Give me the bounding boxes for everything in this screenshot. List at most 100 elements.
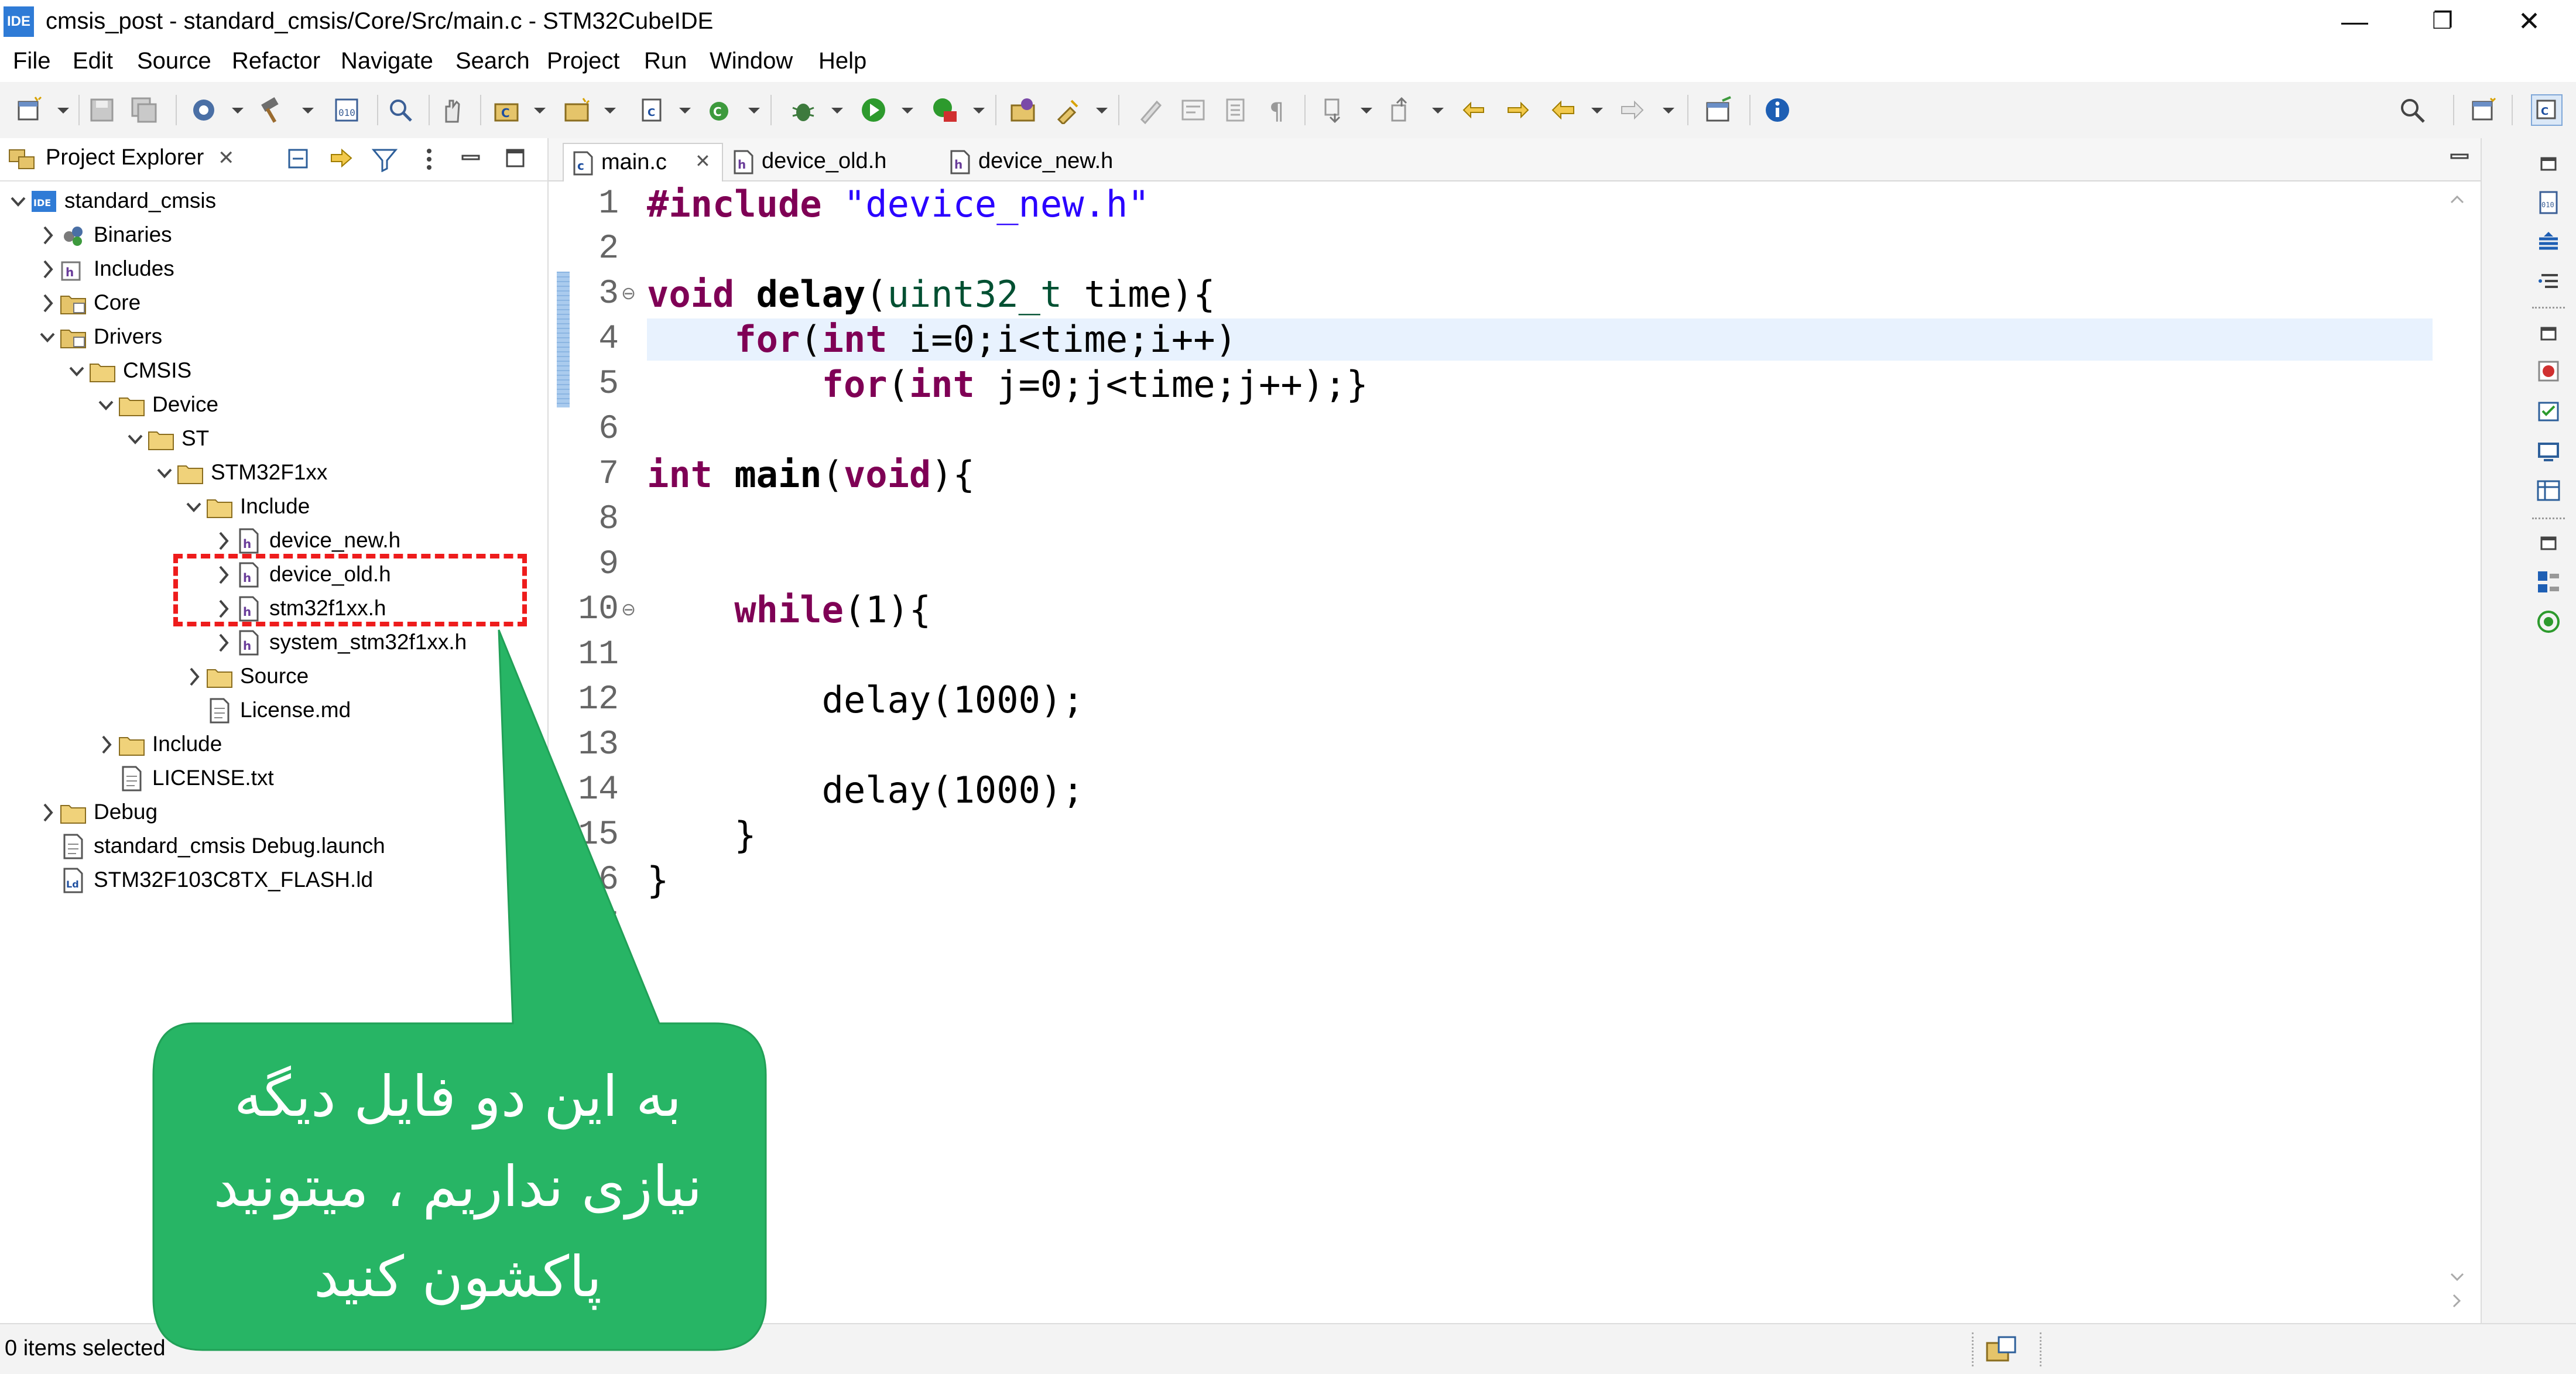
restore-icon[interactable] — [2536, 150, 2561, 176]
restore-icon[interactable] — [2536, 529, 2561, 555]
tab-device-new-h[interactable]: h device_new.h — [941, 143, 1152, 180]
tree-item[interactable]: STM32F1xx — [0, 457, 544, 489]
new-folder-icon[interactable] — [563, 96, 591, 124]
word-wrap-icon[interactable] — [1179, 96, 1207, 124]
debug-bug-icon[interactable] — [789, 96, 817, 124]
block-selection-icon[interactable] — [1221, 96, 1249, 124]
tree-item[interactable]: Include — [0, 728, 544, 761]
menu-project[interactable]: Project — [547, 48, 620, 74]
menu-help[interactable]: Help — [818, 48, 866, 74]
manage-configurations-icon[interactable] — [190, 96, 218, 124]
information-icon[interactable] — [1763, 96, 1791, 124]
tree-item[interactable]: IDE standard_cmsis — [0, 185, 544, 218]
last-edit-location-icon[interactable] — [1460, 96, 1488, 124]
code-line-3[interactable]: void delay(uint32_t time){ — [647, 273, 1215, 316]
build-analyzer-icon[interactable] — [2536, 569, 2561, 595]
cpp-perspective-icon[interactable]: C — [2530, 94, 2563, 126]
fold-toggle-icon[interactable]: ⊖ — [621, 599, 636, 620]
collapse-all-icon[interactable] — [285, 146, 313, 172]
chevron-down-icon[interactable] — [126, 427, 144, 451]
maximize-button[interactable]: ❐ — [2407, 4, 2478, 39]
chevron-right-icon[interactable] — [39, 258, 56, 281]
save-icon[interactable] — [88, 96, 116, 124]
view-menu-icon[interactable] — [420, 146, 438, 172]
chevron-down-icon[interactable] — [68, 359, 85, 383]
build-dropdown-icon[interactable] — [299, 100, 317, 121]
chevron-down-icon[interactable] — [185, 495, 203, 519]
close-tab-icon[interactable]: ✕ — [695, 150, 711, 172]
tree-item[interactable]: CMSIS — [0, 355, 544, 388]
code-line-7[interactable]: int main(void){ — [647, 453, 975, 496]
build-hammer-icon[interactable] — [258, 96, 286, 124]
stack-icon[interactable] — [2536, 229, 2561, 255]
chevron-right-icon[interactable] — [185, 665, 203, 688]
tasks-icon[interactable] — [2536, 398, 2561, 424]
chevron-down-icon[interactable] — [39, 325, 56, 349]
minimize-view-icon[interactable] — [459, 146, 482, 170]
chevron-down-icon[interactable] — [156, 461, 173, 485]
menu-source[interactable]: Source — [137, 48, 211, 74]
tab-main-c[interactable]: c main.c ✕ — [563, 143, 723, 181]
tree-item[interactable]: standard_cmsis Debug.launch — [0, 830, 544, 863]
vertical-scrollbar[interactable] — [2434, 185, 2481, 1286]
tree-item[interactable]: Binaries — [0, 219, 544, 252]
new-c-project-dropdown-icon[interactable] — [530, 100, 549, 121]
chevron-down-icon[interactable] — [9, 190, 27, 213]
search-dropdown-icon[interactable] — [1092, 100, 1111, 121]
new-class-icon[interactable]: C — [706, 96, 734, 124]
tree-item[interactable]: LICENSE.txt — [0, 762, 544, 795]
pin-editor-icon[interactable] — [1705, 96, 1733, 124]
tree-item[interactable]: Include — [0, 491, 544, 523]
tree-item[interactable]: Source — [0, 660, 544, 693]
back-dropdown-icon[interactable] — [1588, 100, 1606, 121]
tree-item[interactable]: h device_new.h — [0, 525, 544, 557]
tree-item[interactable]: Drivers — [0, 321, 544, 354]
code-line-16[interactable]: } — [647, 859, 669, 902]
new-c-project-icon[interactable]: C — [493, 96, 521, 124]
menu-window[interactable]: Window — [710, 48, 793, 74]
scroll-right-icon[interactable] — [2445, 1289, 2469, 1313]
code-line-12[interactable]: delay(1000); — [647, 679, 1084, 721]
chevron-right-icon[interactable] — [97, 733, 115, 756]
forward-dropdown-icon[interactable] — [1659, 100, 1678, 121]
maximize-view-icon[interactable] — [503, 146, 527, 170]
next-annotation-icon[interactable] — [1321, 96, 1349, 124]
debug-dropdown-icon[interactable] — [828, 100, 847, 121]
chevron-down-icon[interactable] — [97, 393, 115, 417]
tree-item[interactable]: ST — [0, 423, 544, 455]
external-tools-icon[interactable] — [931, 96, 959, 124]
tree-item[interactable]: Ld STM32F103C8TX_FLASH.ld — [0, 864, 544, 897]
hand-icon[interactable] — [438, 96, 466, 124]
tree-item[interactable]: h system_stm32f1xx.h — [0, 626, 544, 659]
code-line-1[interactable]: #include "device_new.h" — [647, 183, 1150, 225]
link-with-editor-icon[interactable] — [328, 146, 356, 172]
minimize-button[interactable]: — — [2320, 4, 2390, 39]
search-flashlight-icon[interactable] — [1054, 96, 1082, 124]
console-icon[interactable] — [2536, 438, 2561, 464]
chevron-right-icon[interactable] — [39, 292, 56, 315]
tree-item[interactable]: License.md — [0, 694, 544, 727]
menu-search[interactable]: Search — [455, 48, 530, 74]
menu-navigate[interactable]: Navigate — [341, 48, 433, 74]
debug-probe-icon[interactable] — [386, 96, 415, 124]
filter-icon[interactable] — [371, 146, 398, 172]
code-line-15[interactable]: } — [647, 814, 756, 856]
progress-view-icon[interactable] — [1985, 1335, 2017, 1365]
chevron-right-icon[interactable] — [39, 801, 56, 824]
menu-edit[interactable]: Edit — [73, 48, 113, 74]
code-line-10[interactable]: while(1){ — [647, 588, 931, 631]
menu-refactor[interactable]: Refactor — [232, 48, 320, 74]
search-icon[interactable] — [2398, 96, 2426, 124]
minimize-editor-icon[interactable] — [2448, 146, 2471, 170]
new-source-dropdown-icon[interactable] — [676, 100, 694, 121]
previous-annotation-dropdown-icon[interactable] — [1429, 100, 1447, 121]
new-class-dropdown-icon[interactable] — [745, 100, 763, 121]
forward-edit-location-icon[interactable] — [1503, 96, 1532, 124]
new-source-file-icon[interactable]: C — [638, 96, 666, 124]
code-line-5[interactable]: for(int j=0;j<time;j++);} — [647, 363, 1368, 406]
chevron-right-icon[interactable] — [214, 529, 232, 553]
menu-run[interactable]: Run — [644, 48, 687, 74]
static-stack-analyzer-icon[interactable] — [2536, 609, 2561, 635]
tree-item[interactable]: Debug — [0, 796, 544, 829]
menu-file[interactable]: File — [13, 48, 50, 74]
